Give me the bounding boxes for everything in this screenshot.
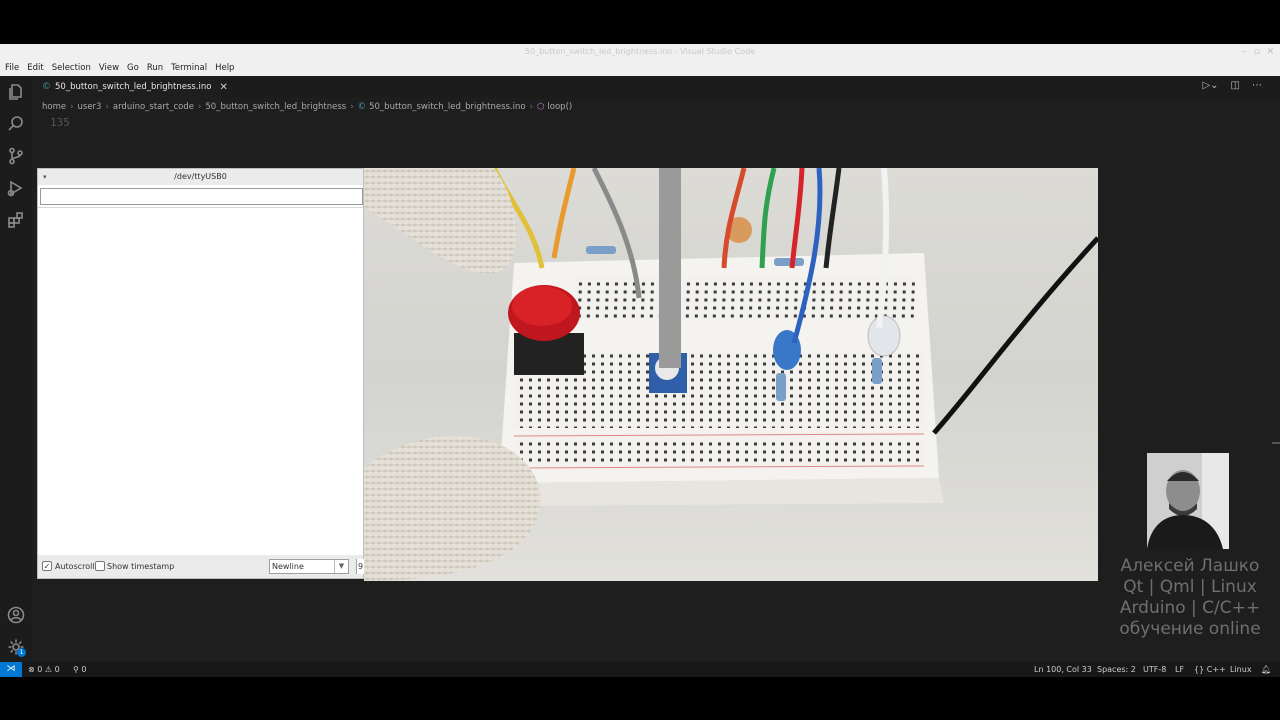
accounts-badge: 1 — [17, 648, 26, 657]
breadcrumb-item[interactable]: 50_button_switch_led_brightness — [205, 102, 346, 112]
encoding[interactable]: UTF-8 — [1143, 662, 1166, 677]
breadcrumb-item[interactable]: loop() — [547, 102, 572, 112]
breadcrumb-item[interactable]: arduino_start_code — [113, 102, 194, 112]
ports-indicator[interactable]: ⚲ 0 — [73, 662, 87, 677]
breadcrumb-item[interactable]: 50_button_switch_led_brightness.ino — [369, 102, 525, 112]
ports-icon: ⚲ — [73, 665, 79, 674]
window-title: 50_button_switch_led_brightness.ino - Vi… — [524, 47, 756, 56]
menu-selection[interactable]: Selection — [52, 63, 91, 73]
window-titlebar: 50_button_switch_led_brightness.ino - Vi… — [0, 44, 1280, 60]
cursor-position[interactable]: Ln 100, Col 33 — [1034, 662, 1092, 677]
ports-count: 0 — [81, 665, 87, 674]
menu-go[interactable]: Go — [127, 63, 139, 73]
camera-video-overlay — [364, 168, 1098, 581]
tab-active-file[interactable]: © 50_button_switch_led_brightness.ino ✕ — [32, 76, 228, 98]
platform[interactable]: Linux — [1230, 662, 1252, 677]
menu-file[interactable]: File — [5, 63, 19, 73]
serial-output-area[interactable] — [38, 207, 363, 555]
language-mode[interactable]: {} C++ — [1194, 662, 1226, 677]
serial-monitor-titlebar[interactable]: ▾ /dev/ttyUSB0 — [38, 169, 363, 185]
line-ending-value: Newline — [272, 562, 304, 571]
breadcrumb: home › user3 › arduino_start_code › 50_butt… — [42, 102, 573, 112]
braces-icon: {} — [1194, 665, 1205, 674]
autoscroll-label: Autoscroll — [55, 562, 95, 571]
menu-terminal[interactable]: Terminal — [171, 63, 207, 73]
language-label: C++ — [1206, 665, 1226, 674]
menu-bar: File Edit Selection View Go Run Terminal… — [0, 60, 1280, 76]
menu-run[interactable]: Run — [147, 63, 163, 73]
line-ending-select[interactable]: Newline ▼ — [269, 559, 349, 574]
breadboard-photo — [364, 168, 1098, 581]
autoscroll-checkbox[interactable]: ✓ — [42, 561, 52, 571]
serial-port-title: /dev/ttyUSB0 — [174, 172, 227, 181]
more-actions-icon[interactable]: ⋯ — [1252, 80, 1262, 91]
notifications-bell-icon[interactable]: 🔔︎ — [1261, 662, 1271, 677]
window-menu-icon[interactable]: ▾ — [43, 169, 47, 185]
menu-help[interactable]: Help — [215, 63, 234, 73]
problems-indicator[interactable]: ⊗ 0 ⚠ 0 — [28, 662, 60, 677]
timestamp-checkbox[interactable] — [95, 561, 105, 571]
arduino-file-icon: © — [357, 102, 367, 112]
presenter-photo — [1147, 453, 1229, 549]
error-icon: ⊗ — [28, 665, 35, 674]
webcam-inset — [1147, 453, 1229, 549]
presenter-watermark: Алексей Лашко Qt | Qml | Linux Arduino |… — [1108, 556, 1272, 640]
remote-indicator-icon[interactable]: ⋊ — [0, 662, 22, 677]
close-icon[interactable]: ✕ — [219, 82, 227, 93]
menu-view[interactable]: View — [99, 63, 119, 73]
watermark-line: обучение online — [1119, 619, 1261, 639]
watermark-line: Алексей Лашко — [1120, 556, 1260, 576]
manage-gear-icon[interactable]: 1 — [7, 638, 26, 657]
arduino-file-icon: © — [42, 82, 51, 92]
indentation[interactable]: Spaces: 2 — [1097, 662, 1136, 677]
function-cube-icon: ⬡ — [536, 102, 545, 112]
activity-bar: 1 — [0, 76, 32, 662]
minimize-icon[interactable]: – — [1242, 44, 1247, 60]
maximize-icon[interactable]: ▫ — [1254, 44, 1260, 60]
chevron-down-icon: ▼ — [334, 560, 348, 573]
menu-edit[interactable]: Edit — [27, 63, 43, 73]
warning-count: 0 — [54, 665, 60, 674]
source-control-icon[interactable] — [7, 147, 25, 165]
warning-icon: ⚠ — [44, 665, 53, 674]
serial-monitor-footer: ✓ Autoscroll Show timestamp Newline ▼ 9 — [38, 555, 366, 578]
serial-monitor-window: ▾ /dev/ttyUSB0 ✓ Autoscroll Show timesta… — [37, 168, 366, 579]
serial-send-input[interactable] — [40, 188, 363, 205]
run-debug-icon[interactable] — [7, 179, 25, 197]
close-window-icon[interactable]: ✕ — [1266, 44, 1274, 60]
breadcrumb-item[interactable]: home — [42, 102, 66, 112]
search-icon[interactable] — [7, 115, 25, 133]
tab-label: 50_button_switch_led_brightness.ino — [55, 82, 212, 92]
line-number: 135 — [50, 116, 70, 129]
extensions-icon[interactable] — [7, 211, 25, 229]
overview-ruler-mark — [1272, 442, 1280, 444]
split-editor-icon[interactable]: ◫ — [1231, 80, 1240, 91]
accounts-icon[interactable] — [7, 606, 25, 624]
explorer-icon[interactable] — [7, 83, 25, 101]
breadcrumb-item[interactable]: user3 — [78, 102, 102, 112]
editor-actions: ▷⌄ ◫ ⋯ — [1202, 80, 1262, 91]
status-bar: ⊗ 0 ⚠ 0 ⚲ 0 Ln 100, Col 33 Spaces: 2 UTF… — [0, 662, 1280, 677]
timestamp-label: Show timestamp — [107, 562, 175, 571]
end-of-line[interactable]: LF — [1175, 662, 1184, 677]
watermark-line: Arduino | C/C++ — [1119, 598, 1261, 618]
watermark-line: Qt | Qml | Linux — [1123, 577, 1257, 597]
run-action-icon[interactable]: ▷⌄ — [1202, 80, 1218, 91]
error-count: 0 — [37, 665, 43, 674]
